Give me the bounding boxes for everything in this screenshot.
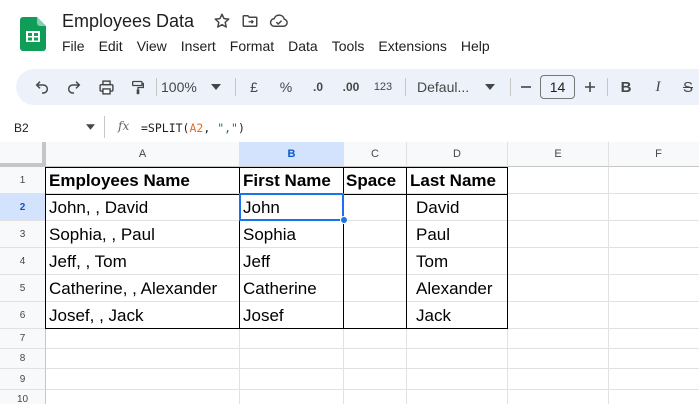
print-button[interactable] (94, 69, 118, 105)
cell-d2[interactable]: David (408, 194, 459, 221)
paint-format-icon (132, 80, 144, 94)
row-header-9[interactable]: 9 (0, 369, 46, 390)
column-header-e[interactable]: E (508, 142, 609, 167)
cloud-saved-icon[interactable] (269, 12, 289, 30)
cell-c1[interactable]: Space (344, 167, 396, 194)
active-cell-outline[interactable] (239, 193, 344, 221)
google-sheets-logo-icon[interactable] (20, 17, 46, 51)
increase-font-size-button[interactable] (582, 69, 598, 105)
redo-icon (67, 81, 81, 94)
select-all-corner[interactable] (0, 142, 46, 167)
caret-down-icon[interactable] (86, 124, 95, 130)
row-header-4[interactable]: 4 (0, 248, 46, 275)
plus-icon (585, 82, 595, 92)
fx-icon: fx (118, 119, 130, 133)
formula-string: "," (217, 121, 238, 135)
formula-input[interactable]: =SPLIT(A2, ",") (141, 121, 245, 135)
italic-button[interactable]: I (649, 69, 667, 105)
zoom-value: 100% (161, 79, 197, 95)
redo-button[interactable] (62, 69, 86, 105)
fill-handle[interactable] (340, 216, 348, 224)
decrease-font-size-button[interactable] (518, 69, 534, 105)
undo-icon (35, 81, 49, 94)
caret-down-icon (485, 84, 495, 90)
cell-d4[interactable]: Tom (408, 248, 448, 275)
minus-icon (521, 86, 531, 88)
row-header-7[interactable]: 7 (0, 329, 46, 349)
column-header-c[interactable]: C (344, 142, 407, 167)
document-title[interactable]: Employees Data (62, 11, 194, 32)
cell-a2[interactable]: John, , David (46, 194, 148, 221)
cell-b6[interactable]: Josef (240, 302, 284, 329)
decrease-decimal-button[interactable]: .0 (306, 69, 330, 105)
menu-file[interactable]: File (62, 38, 85, 54)
menu-insert[interactable]: Insert (181, 38, 216, 54)
decrease-decimal-label: .0 (312, 80, 323, 94)
increase-decimal-label: .00 (342, 80, 360, 94)
star-icon[interactable] (213, 12, 231, 30)
row-header-8[interactable]: 8 (0, 349, 46, 369)
zoom-dropdown[interactable] (209, 69, 223, 105)
cell-a4[interactable]: Jeff, , Tom (46, 248, 127, 275)
column-header-d[interactable]: D (407, 142, 508, 167)
currency-format-button[interactable]: £ (244, 69, 264, 105)
formula-prefix: =SPLIT( (141, 121, 190, 135)
cell-d1[interactable]: Last Name (407, 167, 496, 194)
undo-button[interactable] (30, 69, 54, 105)
column-header-b[interactable]: B (240, 142, 344, 167)
paint-format-button[interactable] (126, 69, 150, 105)
menu-bar: File Edit View Insert Format Data Tools … (62, 38, 504, 54)
menu-edit[interactable]: Edit (99, 38, 123, 54)
menu-help[interactable]: Help (461, 38, 490, 54)
cell-a6[interactable]: Josef, , Jack (46, 302, 143, 329)
caret-down-icon (211, 84, 221, 90)
menu-data[interactable]: Data (288, 38, 318, 54)
row-header-5[interactable]: 5 (0, 275, 46, 302)
row-header-1[interactable]: 1 (0, 167, 46, 194)
cell-d6[interactable]: Jack (408, 302, 451, 329)
cell-a1[interactable]: Employees Name (46, 167, 190, 194)
cell-a3[interactable]: Sophia, , Paul (46, 221, 155, 248)
name-box[interactable]: B2 (14, 121, 29, 135)
column-header-f[interactable]: F (609, 142, 699, 167)
formula-separator: , (203, 121, 218, 135)
menu-view[interactable]: View (137, 38, 167, 54)
cell-b1[interactable]: First Name (240, 167, 331, 194)
strikethrough-button[interactable]: S (679, 69, 697, 105)
print-icon (98, 79, 114, 95)
toolbar: 100% £ % .0 .00 123 Defaul... 14 B I S (16, 69, 699, 105)
move-to-folder-icon[interactable] (241, 12, 259, 30)
menu-format[interactable]: Format (230, 38, 274, 54)
number-format-button[interactable]: 123 (371, 69, 395, 105)
font-dropdown[interactable] (483, 69, 497, 105)
cell-d3[interactable]: Paul (408, 221, 450, 248)
formula-reference: A2 (189, 121, 204, 135)
cell-b4[interactable]: Jeff (240, 248, 270, 275)
percent-format-button[interactable]: % (276, 69, 296, 105)
increase-decimal-button[interactable]: .00 (338, 69, 364, 105)
cell-b3[interactable]: Sophia (240, 221, 296, 248)
formula-suffix: ) (237, 121, 245, 135)
row-header-6[interactable]: 6 (0, 302, 46, 329)
cell-a5[interactable]: Catherine, , Alexander (46, 275, 217, 302)
menu-tools[interactable]: Tools (332, 38, 365, 54)
cell-b5[interactable]: Catherine (240, 275, 317, 302)
cell-d5[interactable]: Alexander (408, 275, 493, 302)
row-header-10[interactable]: 10 (0, 390, 46, 404)
bold-button[interactable]: B (617, 69, 635, 105)
row-header-3[interactable]: 3 (0, 221, 46, 248)
menu-extensions[interactable]: Extensions (378, 38, 446, 54)
column-header-a[interactable]: A (46, 142, 240, 167)
font-size-input[interactable]: 14 (540, 69, 575, 105)
font-name: Defaul... (417, 79, 470, 95)
row-header-2[interactable]: 2 (0, 194, 46, 221)
font-size-value: 14 (540, 75, 575, 99)
